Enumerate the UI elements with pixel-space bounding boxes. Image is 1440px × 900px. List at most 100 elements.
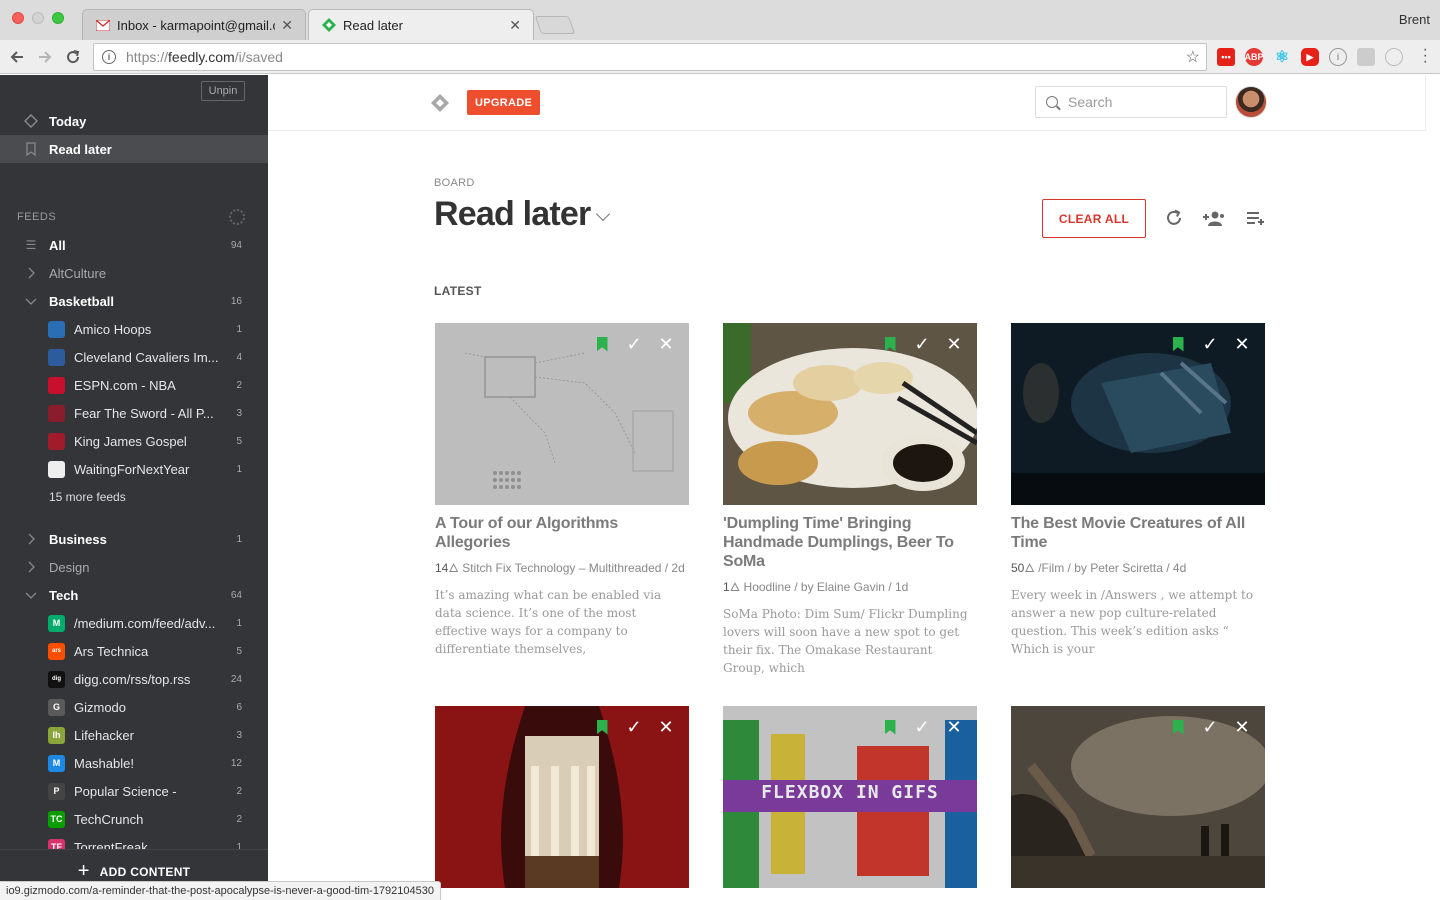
upgrade-button[interactable]: UPGRADE (467, 90, 541, 115)
tab-gmail[interactable]: Inbox - karmapoint@gmail.com ✕ (82, 9, 306, 40)
avatar[interactable] (1235, 86, 1267, 118)
article-card[interactable]: FLEXBOX IN GIFS ✓ ✕ (723, 706, 977, 888)
chevron-right-icon[interactable] (24, 266, 38, 280)
new-tab-button[interactable] (534, 16, 576, 34)
share-team-icon[interactable] (1201, 207, 1225, 229)
sidebar-feed-item[interactable]: ars Ars Technica 5 (0, 637, 268, 665)
mark-read-check-icon[interactable]: ✓ (913, 334, 931, 354)
maximize-window-button[interactable] (52, 12, 64, 24)
dismiss-close-icon[interactable]: ✕ (945, 334, 963, 354)
adblock-plus-icon[interactable]: ABP (1245, 48, 1264, 66)
sidebar-item-read-later[interactable]: Read later (0, 135, 268, 163)
article-thumbnail[interactable]: ✓ ✕ (435, 323, 689, 505)
more-feeds-link[interactable]: 15 more feeds (49, 490, 126, 504)
chevron-down-icon[interactable] (24, 294, 38, 308)
lastpass-extension-icon[interactable]: ••• (1217, 48, 1235, 66)
dismiss-close-icon[interactable]: ✕ (945, 717, 963, 737)
mark-read-check-icon[interactable]: ✓ (1201, 717, 1219, 737)
dismiss-close-icon[interactable]: ✕ (1233, 334, 1251, 354)
sidebar-more-feeds[interactable]: 15 more feeds (0, 483, 268, 511)
article-card[interactable]: ✓ ✕ The Best Movie Creatures of All Time… (1011, 323, 1265, 658)
chevron-right-icon[interactable] (24, 560, 38, 574)
mark-read-check-icon[interactable]: ✓ (625, 717, 643, 737)
back-arrow-icon[interactable] (6, 46, 28, 68)
sidebar-feed-item[interactable]: M Mashable! 12 (0, 749, 268, 777)
mark-read-check-icon[interactable]: ✓ (1201, 334, 1219, 354)
article-thumbnail[interactable]: ✓ ✕ (1011, 706, 1265, 888)
sidebar-feed-item[interactable]: WaitingForNextYear 1 (0, 455, 268, 483)
extension-circle-icon[interactable]: i (1329, 48, 1347, 66)
extension-grid-icon[interactable] (1357, 48, 1375, 66)
sidebar-item-design[interactable]: Design (0, 553, 268, 581)
minimize-window-button[interactable] (32, 12, 44, 24)
sidebar-item-today[interactable]: Today (0, 107, 268, 135)
article-title[interactable]: 'Dumpling Time' Bringing Handmade Dumpli… (723, 514, 977, 571)
article-title[interactable]: A Tour of our Algorithms Allegories (435, 514, 689, 552)
sidebar-item-altculture[interactable]: AltCulture (0, 259, 268, 287)
bookmark-icon (24, 142, 38, 156)
feedly-logo-icon[interactable] (430, 93, 449, 112)
save-bookmark-icon[interactable] (1169, 718, 1187, 736)
react-devtools-icon[interactable]: ⚛ (1273, 48, 1291, 66)
unpin-button[interactable]: Unpin (201, 81, 245, 101)
article-source[interactable]: Stitch Fix Technology – Multithreaded / … (462, 561, 685, 575)
sidebar-feed-item[interactable]: Cleveland Cavaliers Im... 4 (0, 343, 268, 371)
article-card[interactable]: ✓ ✕ (435, 706, 689, 888)
article-title[interactable]: The Best Movie Creatures of All Time (1011, 514, 1265, 552)
clear-all-button[interactable]: CLEAR ALL (1042, 199, 1146, 238)
dismiss-close-icon[interactable]: ✕ (657, 717, 675, 737)
sidebar-item-tech[interactable]: Tech 64 (0, 581, 268, 609)
sidebar-feed-item[interactable]: TC TechCrunch 2 (0, 805, 268, 833)
article-thumbnail[interactable]: FLEXBOX IN GIFS ✓ ✕ (723, 706, 977, 888)
save-bookmark-icon[interactable] (593, 718, 611, 736)
article-card[interactable]: ✓ ✕ A Tour of our Algorithms Allegories … (435, 323, 689, 658)
sidebar-feed-item[interactable]: Amico Hoops 1 (0, 315, 268, 343)
save-bookmark-icon[interactable] (593, 335, 611, 353)
sidebar-feed-item[interactable]: M/medium.com/feed/adv... 1 (0, 609, 268, 637)
article-card[interactable]: ✓ ✕ (1011, 706, 1265, 888)
close-tab-icon[interactable]: ✕ (509, 17, 521, 34)
add-to-list-icon[interactable] (1244, 207, 1268, 229)
chevron-right-icon[interactable] (24, 532, 38, 546)
chrome-menu-icon[interactable]: · · · (1423, 42, 1428, 70)
refresh-icon[interactable] (1162, 207, 1186, 229)
sidebar-feed-item[interactable]: P Popular Science - 2 (0, 777, 268, 805)
sidebar-feed-item[interactable]: ESPN.com - NBA 2 (0, 371, 268, 399)
search-input[interactable]: Search (1035, 86, 1227, 118)
site-info-icon[interactable]: i (102, 50, 116, 64)
chevron-down-icon[interactable] (595, 206, 611, 222)
article-thumbnail[interactable]: ✓ ✕ (723, 323, 977, 505)
forward-arrow-icon[interactable] (34, 46, 56, 68)
save-bookmark-icon[interactable] (881, 718, 899, 736)
bookmark-star-icon[interactable]: ☆ (1186, 47, 1200, 67)
article-source[interactable]: Hoodline / by Elaine Gavin / 1d (744, 580, 909, 594)
article-thumbnail[interactable]: ✓ ✕ (435, 706, 689, 888)
address-bar[interactable]: i https:// feedly.com /i/saved ☆ (93, 43, 1207, 71)
article-source[interactable]: /Film / by Peter Sciretta / 4d (1038, 561, 1186, 575)
profile-name[interactable]: Brent (1399, 12, 1430, 27)
tab-read-later[interactable]: Read later ✕ (308, 9, 534, 40)
save-bookmark-icon[interactable] (881, 335, 899, 353)
close-window-button[interactable] (12, 12, 24, 24)
mark-read-check-icon[interactable]: ✓ (913, 717, 931, 737)
dismiss-close-icon[interactable]: ✕ (657, 334, 675, 354)
sidebar-item-all[interactable]: ☰ All 94 (0, 231, 268, 259)
sidebar-feed-item[interactable]: dig digg.com/rss/top.rss 24 (0, 665, 268, 693)
extension-disabled-icon[interactable] (1385, 48, 1403, 66)
gear-icon[interactable] (229, 209, 245, 225)
article-card[interactable]: ✓ ✕ 'Dumpling Time' Bringing Handmade Du… (723, 323, 977, 677)
sidebar-item-business[interactable]: Business 1 (0, 525, 268, 553)
sidebar-feed-item[interactable]: Fear The Sword - All P... 3 (0, 399, 268, 427)
sidebar-item-basketball[interactable]: Basketball 16 (0, 287, 268, 315)
dismiss-close-icon[interactable]: ✕ (1233, 717, 1251, 737)
chevron-down-icon[interactable] (24, 588, 38, 602)
mark-read-check-icon[interactable]: ✓ (625, 334, 643, 354)
close-tab-icon[interactable]: ✕ (281, 17, 293, 34)
reload-icon[interactable] (62, 46, 84, 68)
sidebar-feed-item[interactable]: King James Gospel 5 (0, 427, 268, 455)
youtube-extension-icon[interactable]: ▶ (1301, 48, 1319, 66)
article-thumbnail[interactable]: ✓ ✕ (1011, 323, 1265, 505)
sidebar-feed-item[interactable]: G Gizmodo 6 (0, 693, 268, 721)
sidebar-feed-item[interactable]: lh Lifehacker 3 (0, 721, 268, 749)
save-bookmark-icon[interactable] (1169, 335, 1187, 353)
